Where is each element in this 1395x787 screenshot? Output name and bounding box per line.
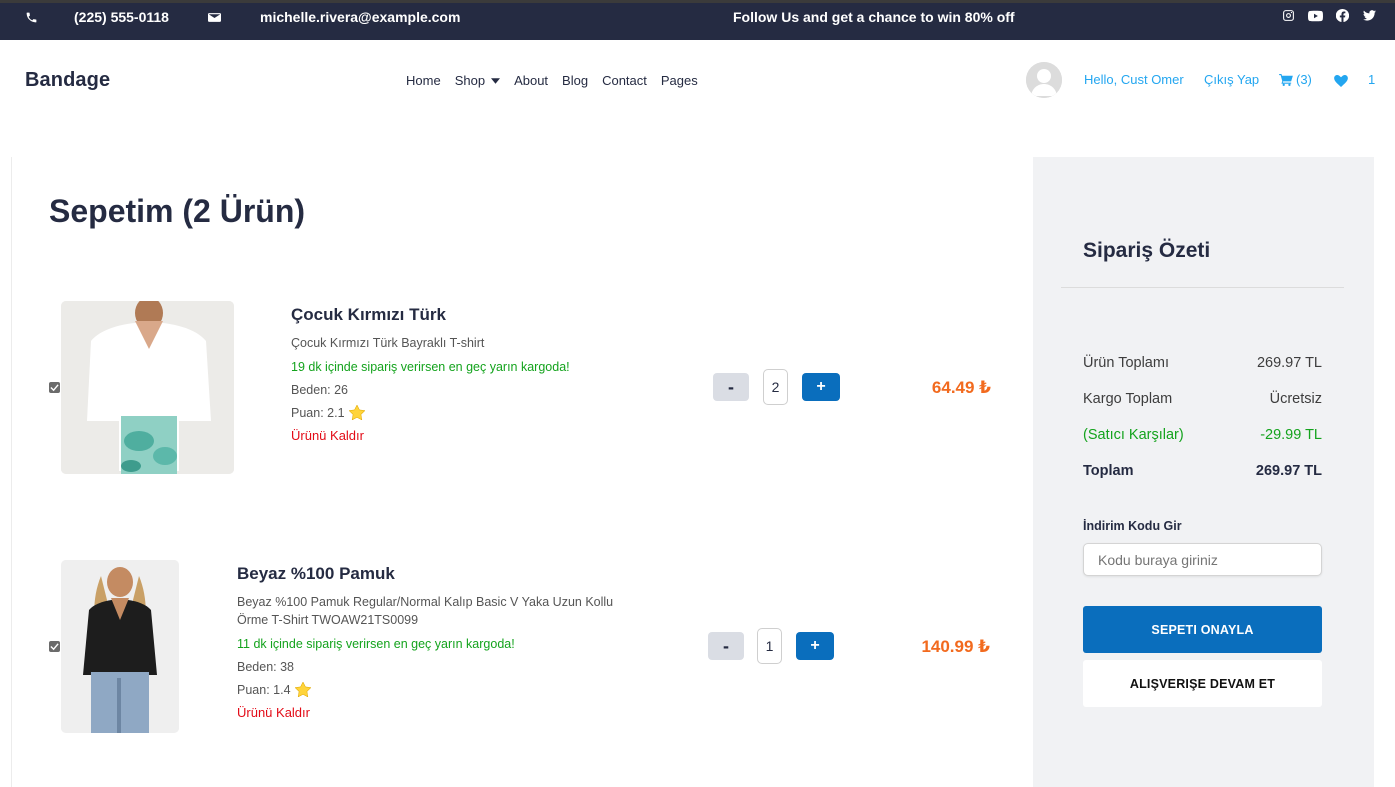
promo-text: Follow Us and get a chance to win 80% of…: [733, 9, 1015, 25]
summary-row-subtotal: Ürün Toplamı 269.97 TL: [1083, 355, 1322, 371]
summary-title: Sipariş Özeti: [1083, 239, 1211, 262]
summary-label: (Satıcı Karşılar): [1083, 427, 1184, 443]
avatar[interactable]: [1026, 62, 1062, 98]
phone-icon: [25, 8, 38, 26]
nav-pages[interactable]: Pages: [661, 73, 698, 88]
product-info: Çocuk Kırmızı Türk Çocuk Kırmızı Türk Ba…: [291, 305, 570, 443]
product-size: Beden: 38: [237, 660, 637, 674]
quantity-decrease-button[interactable]: -: [708, 632, 744, 660]
product-description: Beyaz %100 Pamuk Regular/Normal Kalıp Ba…: [237, 595, 614, 627]
social-links: [1281, 8, 1377, 23]
summary-label: Kargo Toplam: [1083, 391, 1173, 407]
nav-shop-label: Shop: [454, 73, 486, 88]
item-price: 140.99 ₺: [921, 637, 990, 656]
product-description: Çocuk Kırmızı Türk Bayraklı T-shirt: [291, 336, 485, 350]
cart-item: Beyaz %100 Pamuk Beyaz %100 Pamuk Regula…: [12, 560, 1022, 735]
check-icon: [50, 643, 59, 651]
nav-contact[interactable]: Contact: [602, 73, 647, 88]
summary-label: Ürün Toplamı: [1083, 355, 1169, 371]
heart-icon[interactable]: [1334, 74, 1348, 92]
continue-shopping-button[interactable]: ALIŞVERIŞE DEVAM ET: [1083, 660, 1322, 707]
order-summary: Sipariş Özeti Ürün Toplamı 269.97 TL Kar…: [1033, 157, 1374, 787]
user-greeting[interactable]: Hello, Cust Omer: [1084, 72, 1184, 87]
product-rating: Puan: 1.4: [237, 682, 637, 697]
summary-label: Toplam: [1083, 463, 1134, 479]
product-name[interactable]: Çocuk Kırmızı Türk: [291, 305, 570, 325]
email-address[interactable]: michelle.rivera@example.com: [260, 8, 460, 26]
logout-link[interactable]: Çıkış Yap: [1204, 72, 1259, 87]
summary-row-seller-pays: (Satıcı Karşılar) -29.99 TL: [1083, 427, 1322, 443]
product-info: Beyaz %100 Pamuk Beyaz %100 Pamuk Regula…: [237, 564, 637, 720]
instagram-icon[interactable]: [1281, 8, 1296, 23]
favorites-count[interactable]: 1: [1368, 72, 1375, 87]
discount-code-input[interactable]: [1083, 543, 1322, 576]
confirm-cart-button[interactable]: SEPETI ONAYLA: [1083, 606, 1322, 653]
cart-link[interactable]: (3): [1279, 72, 1312, 87]
main-header: Bandage Home Shop About Blog Contact Pag…: [0, 40, 1395, 120]
item-checkbox[interactable]: [49, 641, 60, 652]
summary-row-total: Toplam 269.97 TL: [1083, 463, 1322, 479]
youtube-icon[interactable]: [1308, 8, 1323, 23]
product-image[interactable]: [61, 560, 179, 733]
size-label: Beden: 38: [237, 660, 294, 674]
page-title: Sepetim (2 Ürün): [49, 193, 306, 229]
product-rating: Puan: 2.1: [291, 405, 570, 420]
summary-value: 269.97 TL: [1255, 463, 1322, 479]
phone-number[interactable]: (225) 555-0118: [74, 8, 169, 26]
product-size: Beden: 26: [291, 383, 570, 397]
nav-blog[interactable]: Blog: [562, 73, 588, 88]
shipping-note: 11 dk içinde sipariş verirsen en geç yar…: [237, 637, 515, 651]
summary-row-shipping: Kargo Toplam Ücretsiz: [1083, 391, 1322, 407]
shipping-note: 19 dk içinde sipariş verirsen en geç yar…: [291, 360, 570, 374]
facebook-icon[interactable]: [1335, 8, 1350, 23]
chevron-down-icon: [491, 77, 501, 84]
top-bar: (225) 555-0118 michelle.rivera@example.c…: [0, 0, 1395, 40]
cart-icon: [1279, 73, 1293, 86]
quantity-increase-button[interactable]: +: [802, 373, 840, 401]
remove-item-link[interactable]: Ürünü Kaldır: [291, 428, 570, 443]
product-image[interactable]: [61, 301, 234, 474]
star-icon: [348, 405, 365, 420]
quantity-decrease-button[interactable]: -: [713, 373, 749, 401]
quantity-increase-button[interactable]: +: [796, 632, 834, 660]
main-nav: Home Shop About Blog Contact Pages: [406, 73, 698, 88]
quantity-value[interactable]: 1: [757, 628, 782, 664]
size-label: Beden: 26: [291, 383, 348, 397]
summary-value: 269.97 TL: [1256, 355, 1322, 371]
star-icon: [294, 682, 311, 697]
check-icon: [50, 384, 59, 392]
brand-logo[interactable]: Bandage: [25, 69, 110, 92]
cart-panel: Sepetim (2 Ürün) Çocuk Kırmızı Türk Çocu…: [11, 157, 1021, 787]
user-icon: [1026, 62, 1062, 98]
twitter-icon[interactable]: [1362, 8, 1377, 23]
summary-value: Ücretsiz: [1269, 391, 1322, 407]
summary-value: -29.99 TL: [1260, 427, 1322, 443]
remove-item-link[interactable]: Ürünü Kaldır: [237, 705, 637, 720]
item-price: 64.49 ₺: [931, 378, 991, 397]
cart-item: Çocuk Kırmızı Türk Çocuk Kırmızı Türk Ba…: [12, 301, 1022, 476]
summary-divider: [1061, 287, 1344, 288]
mail-icon: [208, 8, 221, 26]
nav-home[interactable]: Home: [406, 73, 441, 88]
discount-label: İndirim Kodu Gir: [1083, 519, 1182, 533]
nav-shop[interactable]: Shop: [454, 73, 501, 88]
rating-label: Puan: 1.4: [237, 682, 291, 697]
nav-about[interactable]: About: [514, 73, 548, 88]
cart-count: (3): [1296, 72, 1312, 87]
item-checkbox[interactable]: [49, 382, 60, 393]
product-name[interactable]: Beyaz %100 Pamuk: [237, 564, 637, 584]
quantity-value[interactable]: 2: [763, 369, 788, 405]
rating-label: Puan: 2.1: [291, 405, 345, 420]
